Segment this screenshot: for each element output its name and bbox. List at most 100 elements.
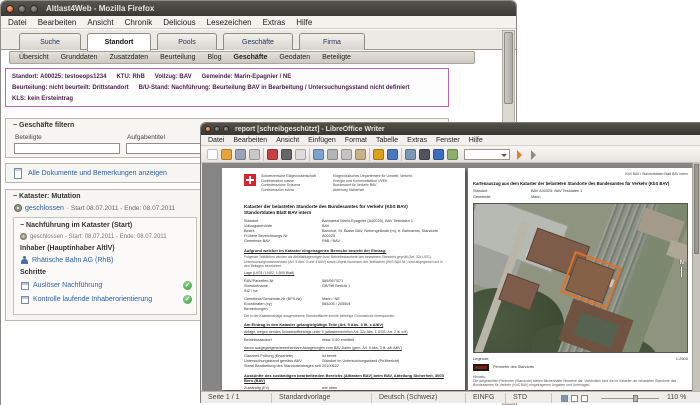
menu-item[interactable]: Extras — [263, 18, 286, 27]
redo-icon[interactable] — [387, 149, 398, 160]
export-pdf-icon[interactable] — [267, 149, 278, 160]
perimeter-legend-chip — [473, 363, 489, 371]
menu-item[interactable]: Einfügen — [308, 137, 336, 144]
task-icon — [21, 281, 29, 290]
nachfuehrung-header[interactable]: − Nachführung im Kataster (Start) — [20, 222, 132, 229]
form-row: Bemerkungen — [244, 307, 447, 312]
minimize-icon[interactable] — [18, 4, 26, 13]
table-icon[interactable] — [405, 149, 416, 160]
status-selection-mode[interactable]: STD — [513, 394, 527, 401]
collapse-icon[interactable]: − — [13, 193, 17, 200]
collapse-icon[interactable]: − — [13, 122, 17, 129]
kataster-header[interactable]: − Kataster: Mutation — [13, 193, 81, 200]
tab-standort[interactable]: Standort — [87, 33, 151, 51]
form-block: Ganzheit Prüfung (Erwartete) ist bereit Un… — [244, 354, 447, 369]
single-page-view-icon[interactable] — [561, 395, 568, 402]
step-kontrolle-link[interactable]: Kontrolle laufende Inhaberorientierung — [33, 296, 179, 303]
minimize-icon[interactable] — [214, 126, 220, 132]
firefox-titlebar[interactable]: Altlast4Web - Mozilla Firefox — [1, 1, 516, 16]
print-icon[interactable] — [281, 149, 292, 160]
menu-item[interactable]: Datei — [208, 137, 224, 144]
close-icon[interactable] — [205, 126, 211, 132]
form-block: Zuständig (KV)wie obenFür/Mit Bearbeitun… — [244, 386, 447, 390]
menu-item[interactable]: Extras — [407, 137, 427, 144]
map-scale: 1:2500 — [675, 355, 688, 361]
find-icon[interactable] — [419, 149, 430, 160]
menu-item[interactable]: Chronik — [125, 18, 153, 27]
open-icon[interactable] — [221, 149, 232, 160]
status-zoom-level[interactable]: 110 % — [667, 394, 686, 401]
email-icon[interactable] — [249, 149, 260, 160]
form-block: Gemeinde/Gemeinde-Nr (BFS-Nr) Marin / NE K… — [244, 297, 447, 312]
form-block: RAV/Parzellen-Nr 565/567/571 Standortname G… — [244, 279, 447, 294]
collapse-icon[interactable]: − — [20, 222, 24, 229]
writer-window: report [schreibgeschützt] - LibreOffice … — [200, 122, 700, 403]
maximize-icon[interactable] — [223, 126, 229, 132]
save-icon[interactable] — [235, 149, 246, 160]
menu-item[interactable]: Lesezeichen — [207, 18, 252, 27]
menu-item[interactable]: Format — [345, 137, 367, 144]
all-documents-link[interactable]: Alle Dokumente und Bemerkungen anzeigen — [28, 170, 167, 177]
step-ausloeser-link[interactable]: Auslöser Nachführung — [33, 282, 179, 289]
tab-geschaefte[interactable]: Geschäfte — [223, 33, 293, 50]
copy-icon[interactable] — [341, 149, 352, 160]
menu-item[interactable]: Ansicht — [276, 137, 299, 144]
beteiligte-label: Beteiligte — [15, 134, 42, 141]
multi-page-view-icon[interactable] — [571, 395, 578, 402]
new-document-icon[interactable] — [207, 149, 218, 160]
geschlossen-link[interactable]: geschlossen — [25, 205, 64, 212]
next-page-icon[interactable] — [517, 150, 527, 160]
maximize-icon[interactable] — [30, 4, 38, 13]
subnav-grunddaten[interactable]: Grunddaten — [61, 54, 98, 61]
spelling-icon[interactable] — [313, 149, 324, 160]
book-view-icon[interactable] — [581, 395, 588, 402]
subnav-bar: Übersicht Grunddaten Zusatzdaten Beurtei… — [9, 51, 475, 64]
inhaber-link[interactable]: Rhätische Bahn AG (RhB) — [32, 257, 113, 264]
subnav-beurteilung[interactable]: Beurteilung — [160, 54, 195, 61]
paragraph: Folgende Teilflächen wurden als Abfallab… — [244, 255, 443, 268]
tab-pools[interactable]: Pools — [157, 33, 217, 50]
writer-menubar: Datei Bearbeiten Ansicht Einfügen Format Tabe… — [201, 135, 700, 146]
navigator-icon[interactable] — [433, 149, 444, 160]
paste-icon[interactable] — [355, 149, 366, 160]
scrollbar-thumb[interactable] — [504, 32, 513, 104]
menu-item[interactable]: Bearbeiten — [233, 137, 267, 144]
status-language[interactable]: Deutsch (Schweiz) — [379, 394, 437, 401]
hinweis-block: Hinweis: Die dargestellten Perimeter (St… — [473, 375, 688, 388]
zoom-slider-knob[interactable] — [633, 395, 638, 402]
status-insert-mode[interactable]: EINFG — [473, 394, 494, 401]
close-icon[interactable] — [6, 4, 14, 13]
subnav-zusatzdaten[interactable]: Zusatzdaten — [110, 54, 149, 61]
subnav-blog[interactable]: Blog — [208, 54, 222, 61]
cut-icon[interactable] — [327, 149, 338, 160]
subnav-uebersicht[interactable]: Übersicht — [19, 54, 49, 61]
menu-item[interactable]: Delicious — [163, 18, 195, 27]
page-preview-icon[interactable] — [295, 149, 306, 160]
writer-titlebar[interactable]: report [schreibgeschützt] - LibreOffice … — [201, 123, 700, 135]
menu-item[interactable]: Hilfe — [469, 137, 483, 144]
gallery-icon[interactable] — [447, 149, 458, 160]
form-block: Standort Bahnareal Marin-Epagnier (A00025… — [244, 219, 447, 244]
prev-page-icon[interactable] — [531, 150, 541, 160]
zoom-slider[interactable] — [601, 395, 659, 402]
document-subtitle: Standortdaten Blatt BAV intern — [244, 210, 312, 215]
menu-item[interactable]: Tabelle — [376, 137, 398, 144]
tab-suche[interactable]: Suche — [19, 33, 81, 50]
subnav-beteiligte[interactable]: Beteiligte — [322, 54, 351, 61]
filter-header[interactable]: − Geschäfte filtern — [13, 122, 74, 129]
kataster-status-text: · Start 08.07.2011 - Ende: 08.07.2011 — [66, 204, 176, 212]
beteiligte-input[interactable] — [14, 143, 120, 154]
menu-item[interactable]: Bearbeiten — [38, 18, 77, 27]
menu-item[interactable]: Ansicht — [87, 18, 113, 27]
scrollbar-thumb[interactable] — [694, 164, 699, 254]
menu-item[interactable]: Hilfe — [296, 18, 312, 27]
status-page-style[interactable]: Standardvorlage — [279, 394, 330, 401]
vertical-scrollbar[interactable] — [692, 163, 700, 391]
menu-item[interactable]: Datei — [8, 18, 27, 27]
undo-icon[interactable] — [373, 149, 384, 160]
tab-firma[interactable]: Firma — [299, 33, 365, 50]
subnav-geodaten[interactable]: Geodaten — [279, 54, 310, 61]
menu-item[interactable]: Fenster — [436, 137, 460, 144]
zoom-combo[interactable] — [464, 149, 510, 160]
subnav-geschaefte[interactable]: Geschäfte — [234, 54, 268, 61]
